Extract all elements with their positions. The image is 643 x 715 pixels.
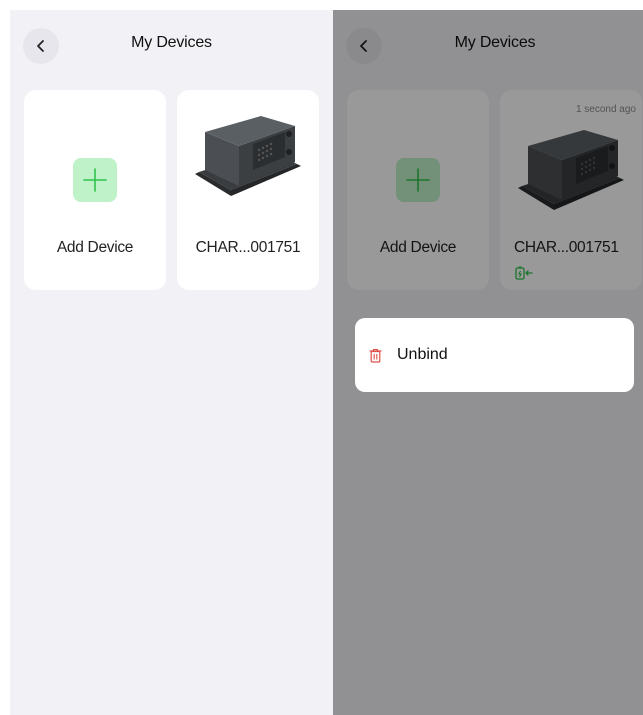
device-label: CHAR...001751 <box>195 239 301 256</box>
page-title: My Devices <box>131 34 212 51</box>
device-image <box>195 116 301 196</box>
right-screen: My Devices Add Device 1 second ago CHAR.… <box>333 10 643 715</box>
add-device-label: Add Device <box>56 239 134 256</box>
unbind-menu: Unbind <box>355 318 634 392</box>
header: My Devices <box>10 24 333 68</box>
left-screen: My Devices Add Device CHAR...001751 <box>10 10 333 715</box>
add-device-card[interactable]: Add Device <box>24 90 166 290</box>
unbind-button[interactable]: Unbind <box>397 346 448 364</box>
plus-icon <box>73 158 117 202</box>
trash-icon <box>369 348 382 363</box>
device-card[interactable]: CHAR...001751 <box>177 90 319 290</box>
